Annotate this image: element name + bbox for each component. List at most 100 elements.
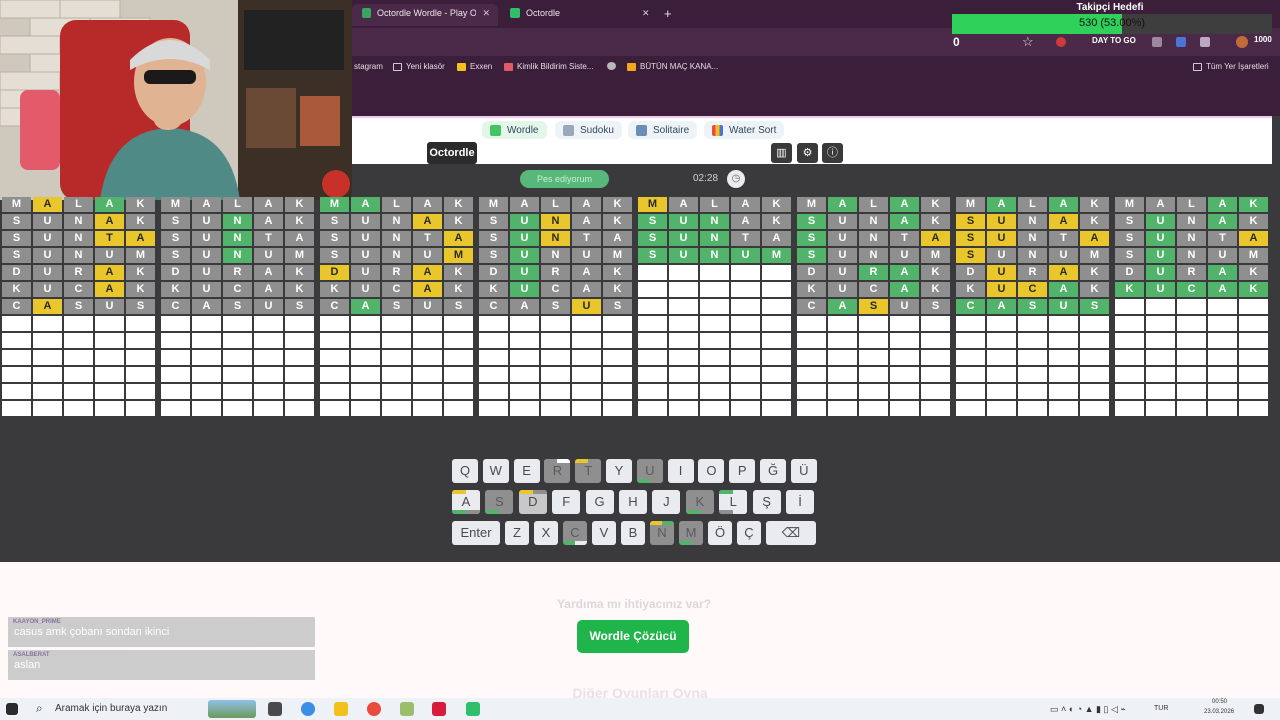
edge-browser-icon[interactable] (301, 702, 315, 716)
stats-button[interactable]: ▥ (771, 143, 792, 163)
empty-tile (956, 401, 985, 416)
chrome-icon[interactable] (367, 702, 381, 716)
tab-close-icon[interactable]: ✕ (482, 8, 490, 19)
key-u[interactable]: U (636, 459, 663, 483)
tray-icons[interactable]: ▭ ˄ ◐ ◔ ▲ ▮ ▯ ◁ ⌁ (1050, 704, 1126, 715)
language-indicator[interactable]: TUR (1154, 705, 1168, 712)
key-x[interactable]: X (534, 521, 558, 545)
tab-octordle-wordle[interactable]: Octordle Wordle - Play Octordl ✕ (352, 4, 498, 26)
tile: U (987, 248, 1016, 263)
app-icon[interactable] (400, 702, 414, 716)
key-l[interactable]: L (719, 490, 748, 514)
tile: M (479, 197, 508, 212)
key-g[interactable]: G (585, 490, 614, 514)
wordle-solver-button[interactable]: Wordle Çözücü (577, 620, 689, 653)
key-w[interactable]: W (482, 459, 509, 483)
key-v[interactable]: V (592, 521, 616, 545)
taskbar-search[interactable]: Aramak için buraya yazın (55, 703, 167, 714)
bookmark-star-icon[interactable]: ☆ (1022, 34, 1034, 50)
key-e[interactable]: E (513, 459, 540, 483)
empty-tile (859, 333, 888, 348)
key-k[interactable]: K (685, 490, 714, 514)
empty-tile (956, 367, 985, 382)
info-button[interactable]: ⓘ (822, 143, 843, 163)
key-q[interactable]: Q (452, 459, 478, 483)
key-o[interactable]: O (698, 459, 725, 483)
bookmark-item[interactable] (607, 62, 616, 70)
empty-tile (2, 384, 31, 399)
bookmark-item[interactable]: BÜTÜN MAÇ KANA... (627, 62, 718, 71)
site-logo[interactable]: Octordle (427, 142, 477, 164)
bookmark-item[interactable]: stagram (354, 62, 383, 71)
key-a[interactable]: A (452, 490, 480, 514)
settings-button[interactable]: ⚙ (797, 143, 818, 163)
tile: K (444, 214, 473, 229)
tile: A (1208, 214, 1237, 229)
empty-tile (731, 316, 760, 331)
extension-icon[interactable] (1056, 37, 1066, 47)
key-f[interactable]: F (552, 490, 581, 514)
notification-icon[interactable] (1254, 704, 1264, 714)
tile: A (731, 214, 760, 229)
key-r[interactable]: R (544, 459, 571, 483)
key-ğ[interactable]: Ğ (760, 459, 786, 483)
new-tab-button[interactable]: + (664, 6, 672, 21)
key-b[interactable]: B (621, 521, 645, 545)
nav-wordle[interactable]: Wordle (482, 121, 547, 139)
tile: U (510, 282, 539, 297)
key-ü[interactable]: Ü (790, 459, 817, 483)
key-t[interactable]: T (575, 459, 602, 483)
key-i̇[interactable]: İ (786, 490, 814, 514)
empty-tile (762, 282, 791, 297)
windows-start-icon[interactable] (6, 703, 18, 715)
bookmark-item[interactable]: Exxen (457, 62, 492, 71)
extension-icon[interactable] (1176, 37, 1186, 47)
key-h[interactable]: H (619, 490, 647, 514)
key-ö[interactable]: Ö (708, 521, 732, 545)
tab-close-icon[interactable]: ✕ (642, 8, 650, 19)
tab-octordle[interactable]: Octordle ✕ (500, 4, 660, 26)
key-backspace[interactable]: ⌫ (766, 521, 816, 545)
key-z[interactable]: Z (505, 521, 529, 545)
key-d[interactable]: D (518, 490, 547, 514)
file-explorer-icon[interactable] (334, 702, 348, 716)
chat-text: aslan (14, 659, 41, 671)
empty-tile (603, 367, 632, 382)
extensions-puzzle-icon[interactable] (1200, 37, 1210, 47)
tile: A (33, 299, 62, 314)
tile: S (638, 231, 667, 246)
key-y[interactable]: Y (606, 459, 632, 483)
key-j[interactable]: J (652, 490, 681, 514)
key-ş[interactable]: Ş (752, 490, 781, 514)
key-i[interactable]: I (667, 459, 694, 483)
tile: S (320, 248, 349, 263)
bookmark-item[interactable]: Kimlik Bildirim Siste... (504, 62, 593, 71)
empty-tile (444, 367, 473, 382)
key-m[interactable]: M (679, 521, 703, 545)
key-n[interactable]: N (650, 521, 674, 545)
bookmark-item[interactable]: Yeni klasör (393, 62, 445, 71)
weather-widget-icon[interactable] (208, 700, 256, 718)
tile: A (510, 299, 539, 314)
extension-icon[interactable] (1152, 37, 1162, 47)
give-up-button[interactable]: Pes ediyorum (520, 170, 609, 188)
all-bookmarks[interactable]: Tüm Yer İşaretleri (1193, 62, 1269, 71)
key-ç[interactable]: Ç (737, 521, 761, 545)
empty-tile (254, 384, 283, 399)
key-c[interactable]: C (563, 521, 587, 545)
water-sort-icon (712, 124, 723, 136)
app-icon[interactable] (432, 702, 446, 716)
nav-water-sort[interactable]: Water Sort (704, 121, 785, 139)
profile-avatar[interactable] (1236, 36, 1248, 48)
key-enter[interactable]: Enter (452, 521, 500, 545)
task-view-icon[interactable] (268, 702, 282, 716)
empty-tile (223, 350, 252, 365)
key-s[interactable]: S (485, 490, 514, 514)
empty-tile (254, 333, 283, 348)
app-icon[interactable] (466, 702, 480, 716)
nav-sudoku[interactable]: Sudoku (555, 121, 622, 139)
empty-tile (638, 265, 667, 280)
tile: S (797, 214, 826, 229)
key-p[interactable]: P (729, 459, 756, 483)
nav-solitaire[interactable]: Solitaire (628, 121, 698, 139)
